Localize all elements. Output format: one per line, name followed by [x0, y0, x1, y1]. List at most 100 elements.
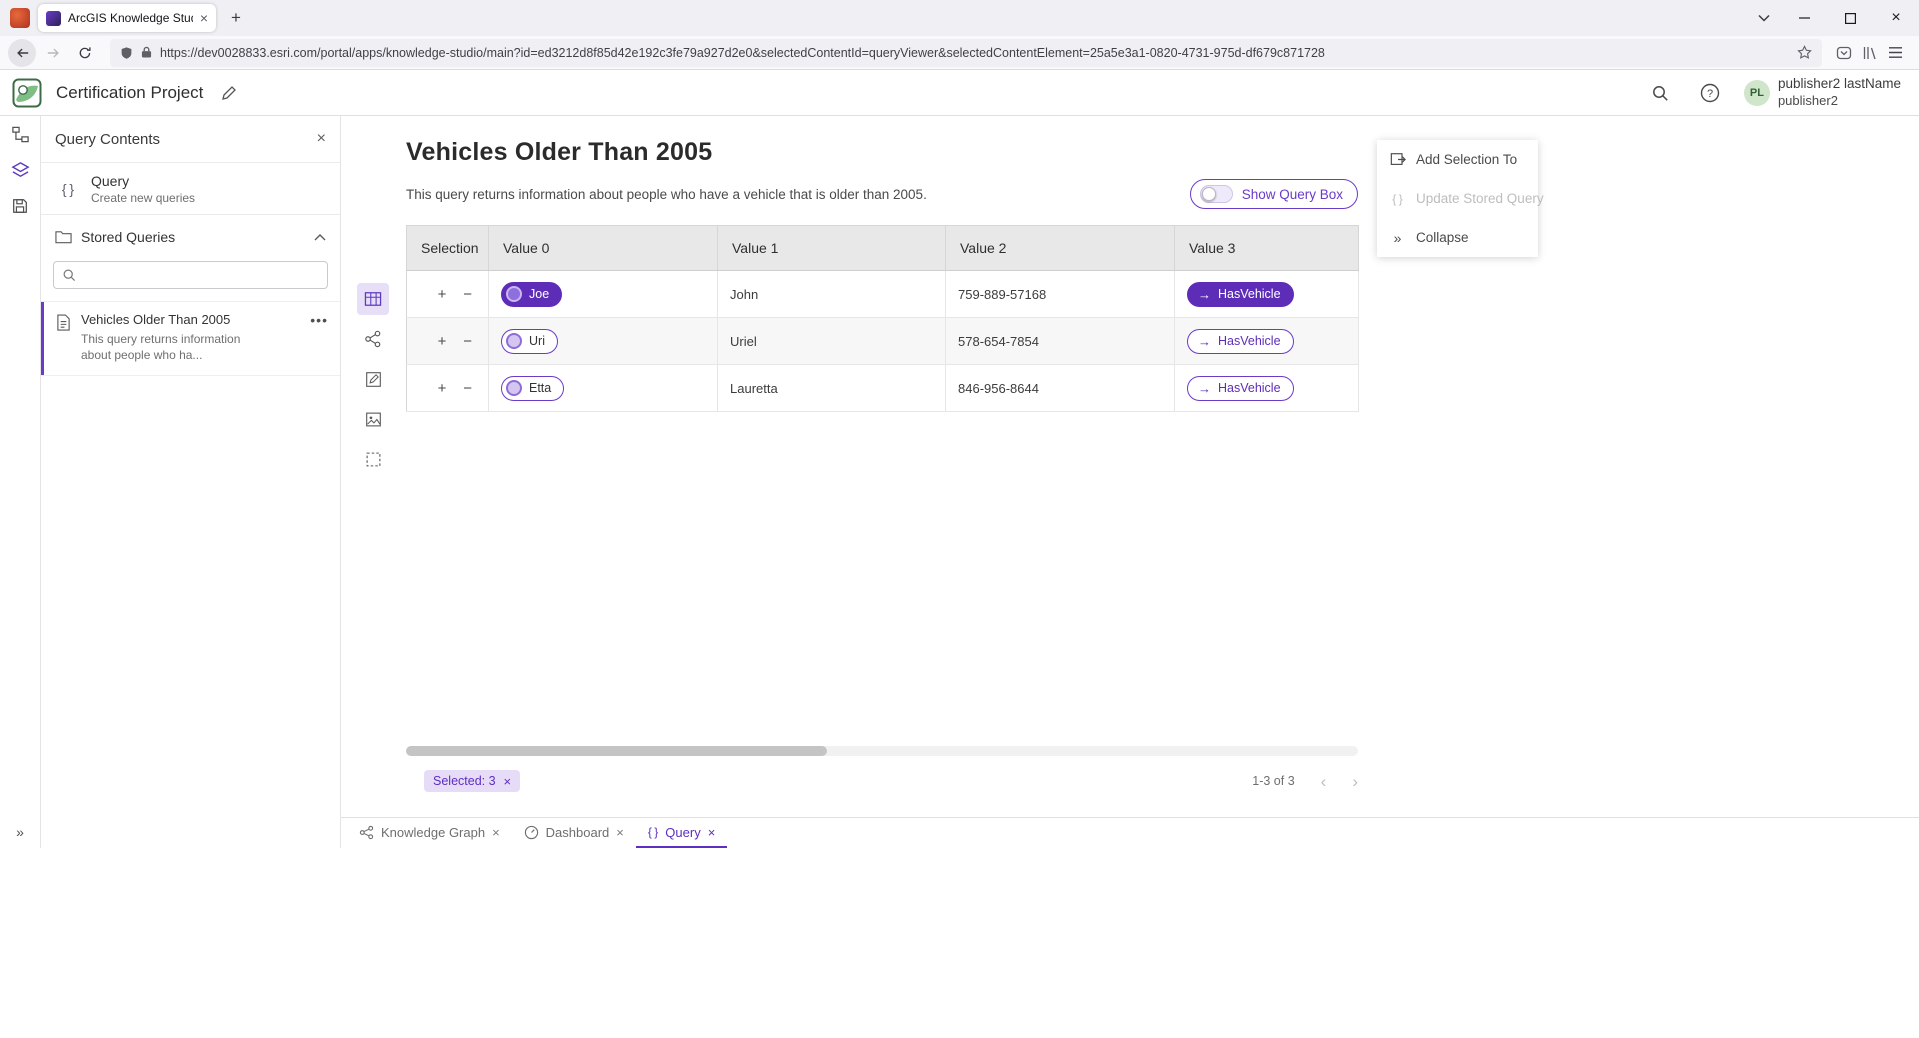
stored-queries-header[interactable]: Stored Queries	[41, 215, 340, 255]
hamburger-menu-icon[interactable]	[1888, 46, 1903, 59]
browser-tab[interactable]: ArcGIS Knowledge Studio ×	[38, 4, 216, 32]
bookmark-star-icon[interactable]	[1797, 45, 1812, 60]
remove-from-selection-button[interactable]: −	[459, 286, 477, 303]
shield-icon[interactable]	[120, 46, 133, 60]
tab-query[interactable]: { } Query ×	[636, 818, 727, 848]
forward-button[interactable]	[38, 39, 68, 67]
rail-item-save[interactable]	[0, 188, 40, 224]
image-view-icon[interactable]	[357, 403, 389, 435]
relationship-pill[interactable]: → HasVehicle	[1187, 329, 1294, 354]
reload-button[interactable]	[70, 39, 100, 67]
col-header-value1: Value 1	[718, 226, 946, 271]
search-input[interactable]	[83, 268, 319, 283]
menu-item-collapse[interactable]: » Collapse	[1377, 218, 1538, 257]
app-header: Certification Project ? PL publisher2 la…	[0, 70, 1919, 116]
edit-view-icon[interactable]	[357, 363, 389, 395]
stored-query-title: Vehicles Older Than 2005	[81, 312, 261, 327]
file-text-icon	[56, 314, 71, 363]
tab-dashboard[interactable]: Dashboard ×	[512, 818, 636, 848]
url-bar[interactable]: https://dev0028833.esri.com/portal/apps/…	[110, 39, 1822, 67]
user-username: publisher2	[1778, 93, 1901, 109]
col-header-value0: Value 0	[489, 226, 718, 271]
entity-pill[interactable]: Joe	[501, 282, 562, 307]
previous-page-icon[interactable]: ‹	[1321, 773, 1327, 790]
relationship-pill[interactable]: → HasVehicle	[1187, 376, 1294, 401]
viewer-tab-bar: Knowledge Graph × Dashboard × { } Query …	[341, 817, 1919, 848]
entity-pill[interactable]: Uri	[501, 329, 558, 354]
help-icon[interactable]: ?	[1694, 77, 1726, 109]
lock-icon[interactable]	[141, 46, 152, 59]
toggle-switch-icon	[1200, 185, 1233, 203]
menu-item-add-selection-to[interactable]: Add Selection To	[1377, 140, 1538, 179]
expand-rail-icon[interactable]: »	[0, 824, 40, 840]
window-minimize-button[interactable]	[1781, 0, 1827, 36]
new-tab-button[interactable]: +	[222, 4, 250, 32]
user-avatar[interactable]: PL	[1744, 80, 1770, 106]
page-title: Vehicles Older Than 2005	[406, 138, 1919, 167]
arrow-right-icon: →	[1198, 335, 1211, 348]
stored-query-item[interactable]: Vehicles Older Than 2005 This query retu…	[41, 301, 340, 376]
select-box-icon[interactable]	[357, 443, 389, 475]
col-header-value2: Value 2	[946, 226, 1175, 271]
stored-queries-search[interactable]	[53, 261, 328, 289]
relationship-pill[interactable]: → HasVehicle	[1187, 282, 1294, 307]
entity-pill-label: Joe	[529, 287, 549, 301]
next-page-icon[interactable]: ›	[1352, 773, 1358, 790]
horizontal-scrollbar[interactable]	[406, 746, 1358, 756]
arcgis-knowledge-logo-icon	[12, 78, 42, 108]
back-button[interactable]	[8, 39, 36, 67]
url-text[interactable]: https://dev0028833.esri.com/portal/apps/…	[160, 46, 1789, 60]
arrow-right-icon: →	[1198, 382, 1211, 395]
new-query-item[interactable]: { } Query Create new queries	[41, 162, 340, 215]
entity-pill-label: Etta	[529, 381, 551, 395]
selected-count-chip[interactable]: Selected: 3 ×	[424, 770, 520, 792]
close-tab-icon[interactable]: ×	[616, 825, 624, 840]
table-view-icon[interactable]	[357, 283, 389, 315]
table-row: + − Uri Uriel 578-654-7854	[407, 318, 1359, 365]
user-info[interactable]: publisher2 lastName publisher2	[1778, 76, 1901, 109]
rail-item-layers[interactable]	[0, 152, 40, 188]
firefox-view-icon[interactable]	[10, 8, 30, 28]
remove-from-selection-button[interactable]: −	[459, 380, 477, 397]
search-icon[interactable]	[1644, 77, 1676, 109]
pocket-icon[interactable]	[1836, 45, 1852, 61]
entity-node-icon	[506, 286, 522, 302]
link-chart-icon[interactable]	[357, 323, 389, 355]
context-menu: Add Selection To { } Update Stored Query…	[1377, 140, 1538, 257]
tab-knowledge-graph[interactable]: Knowledge Graph ×	[347, 818, 512, 848]
chevron-up-icon[interactable]	[314, 234, 326, 241]
item-options-icon[interactable]: •••	[310, 312, 328, 328]
menu-item-update-stored-query[interactable]: { } Update Stored Query	[1377, 179, 1538, 218]
query-contents-panel: Query Contents × { } Query Create new qu…	[41, 116, 341, 848]
selected-count-label: Selected: 3	[433, 774, 496, 788]
window-close-button[interactable]: ×	[1873, 0, 1919, 36]
clear-selection-icon[interactable]: ×	[504, 775, 512, 788]
close-tab-icon[interactable]: ×	[708, 825, 716, 840]
svg-text:?: ?	[1707, 88, 1713, 100]
col-header-selection: Selection	[407, 226, 489, 271]
dashboard-icon	[524, 825, 539, 840]
entity-pill[interactable]: Etta	[501, 376, 564, 401]
tab-label: Query	[665, 825, 700, 840]
cell-value1: Lauretta	[718, 365, 946, 412]
rail-item-hierarchy[interactable]	[0, 116, 40, 152]
cell-value2: 578-654-7854	[946, 318, 1175, 365]
show-query-box-toggle[interactable]: Show Query Box	[1190, 179, 1358, 209]
add-to-selection-button[interactable]: +	[433, 380, 451, 397]
panel-close-icon[interactable]: ×	[317, 130, 326, 148]
close-tab-icon[interactable]: ×	[492, 825, 500, 840]
col-header-value3: Value 3	[1175, 226, 1359, 271]
scrollbar-thumb[interactable]	[406, 746, 827, 756]
add-to-selection-button[interactable]: +	[433, 286, 451, 303]
remove-from-selection-button[interactable]: −	[459, 333, 477, 350]
edit-title-icon[interactable]	[221, 85, 237, 101]
cell-value2: 759-889-57168	[946, 271, 1175, 318]
list-all-tabs-icon[interactable]	[1747, 4, 1781, 32]
window-maximize-button[interactable]	[1827, 0, 1873, 36]
tab-close-icon[interactable]: ×	[200, 11, 208, 25]
library-icon[interactable]	[1862, 45, 1878, 61]
tab-favicon-icon	[46, 11, 61, 26]
add-to-selection-button[interactable]: +	[433, 333, 451, 350]
show-query-box-label: Show Query Box	[1242, 187, 1343, 202]
left-icon-rail: »	[0, 116, 41, 848]
